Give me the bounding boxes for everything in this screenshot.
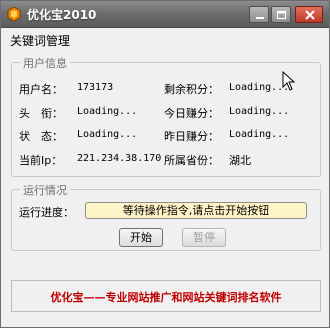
window-title: 优化宝2010	[27, 8, 97, 22]
maximize-icon	[276, 10, 287, 20]
yesterday-points-value: Loading...	[229, 129, 290, 140]
status-label: 状 态：	[19, 130, 63, 143]
username-label: 用户名：	[19, 83, 63, 96]
yesterday-points-label: 昨日赚分：	[164, 130, 219, 143]
progress-status-box: 等待操作指令,请点击开始按钮	[85, 202, 307, 219]
menu-bar: 关键词管理	[1, 29, 329, 49]
footer-slogan: 优化宝——专业网站推广和网站关键词排名软件	[50, 291, 282, 304]
title-rank-value: Loading...	[77, 106, 138, 117]
pause-button[interactable]: 暂停	[182, 228, 226, 247]
run-status-legend: 运行情况	[20, 182, 70, 198]
close-icon	[305, 10, 315, 20]
run-status-group: 运行情况	[11, 182, 321, 251]
ip-value: 221.234.38.170	[77, 153, 162, 164]
minimize-button[interactable]	[249, 6, 269, 23]
ip-label: 当前Ip：	[19, 154, 63, 167]
progress-status-text: 等待操作指令,请点击开始按钮	[122, 204, 270, 217]
pause-button-label: 暂停	[193, 231, 215, 244]
today-points-value: Loading...	[229, 106, 290, 117]
province-value: 湖北	[229, 154, 251, 167]
status-value: Loading...	[77, 129, 138, 140]
app-logo-icon	[7, 7, 21, 21]
start-button[interactable]: 开始	[119, 228, 163, 247]
start-button-label: 开始	[130, 231, 152, 244]
today-points-label: 今日赚分：	[164, 107, 219, 120]
maximize-button[interactable]	[271, 6, 291, 23]
minimize-icon	[256, 17, 264, 19]
title-rank-label: 头 衔：	[19, 107, 63, 120]
footer-banner: 优化宝——专业网站推广和网站关键词排名软件	[11, 280, 321, 312]
main-window: 优化宝2010 关键词管理 用户信息 用户名： 173173 剩余积分： Loa…	[0, 0, 330, 328]
points-label: 剩余积分：	[164, 83, 219, 96]
username-value: 173173	[77, 82, 114, 93]
user-info-legend: 用户信息	[20, 55, 70, 71]
menu-keyword-manage[interactable]: 关键词管理	[10, 32, 70, 49]
points-value: Loading...	[229, 82, 290, 93]
close-button[interactable]	[295, 6, 323, 23]
province-label: 所属省份：	[164, 154, 219, 167]
progress-label: 运行进度：	[19, 206, 74, 219]
mouse-cursor-icon	[282, 71, 296, 91]
title-bar[interactable]: 优化宝2010	[1, 1, 329, 28]
